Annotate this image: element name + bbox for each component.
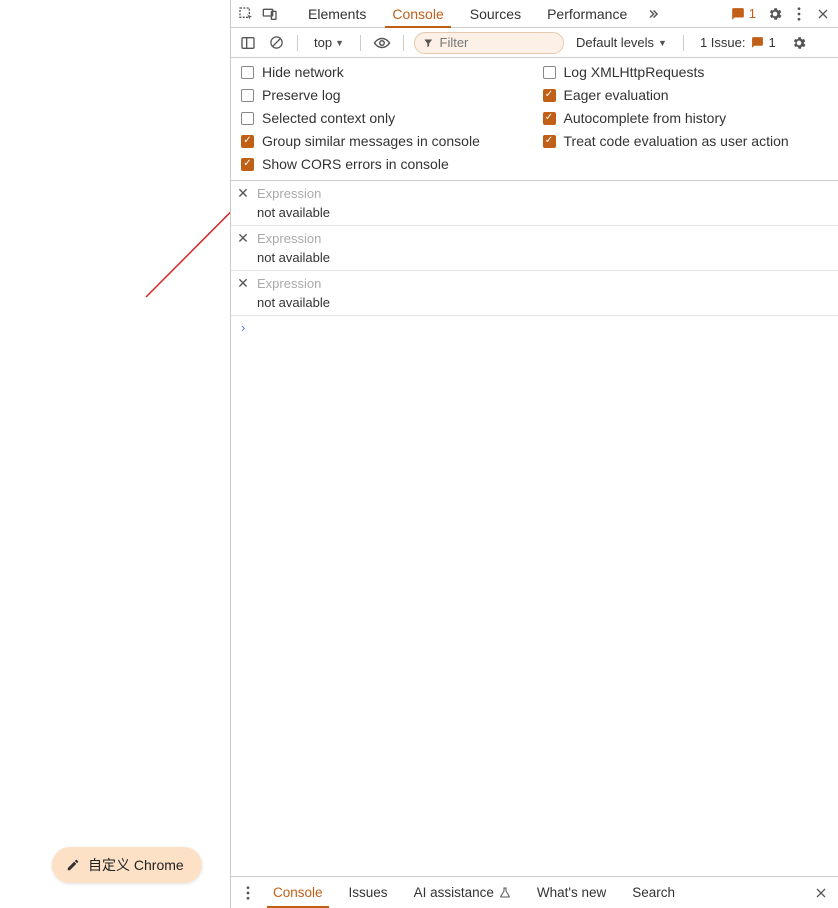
tab-console[interactable]: Console — [379, 0, 456, 27]
settings-gear-icon[interactable] — [764, 3, 786, 25]
drawer-close-icon[interactable] — [810, 882, 832, 904]
drawer-kebab-icon[interactable] — [237, 882, 259, 904]
drawer-tab-ai[interactable]: AI assistance — [402, 877, 523, 908]
expression-placeholder[interactable]: Expression — [257, 276, 838, 291]
console-toolbar: top ▼ Default levels ▼ 1 Issue: 1 — [231, 28, 838, 58]
customize-chrome-label: 自定义 Chrome — [88, 855, 184, 875]
close-icon[interactable]: ✕ — [236, 231, 250, 245]
message-icon — [751, 36, 764, 49]
live-expression-row: ✕ Expression not available — [231, 181, 838, 226]
log-levels-selector[interactable]: Default levels ▼ — [570, 35, 673, 50]
message-icon — [731, 7, 745, 21]
pencil-icon — [66, 858, 80, 872]
devtools-tabbar: Elements Console Sources Performance 1 — [231, 0, 838, 28]
filter-box[interactable] — [414, 32, 564, 54]
kebab-menu-icon[interactable] — [788, 3, 810, 25]
checkbox-eager-eval[interactable]: Eager evaluation — [543, 87, 829, 103]
checkbox-autocomplete[interactable]: Autocomplete from history — [543, 110, 829, 126]
expression-placeholder[interactable]: Expression — [257, 186, 838, 201]
issues-indicator[interactable]: 1 Issue: 1 — [694, 35, 782, 50]
flask-icon — [499, 886, 511, 899]
console-settings-gear-icon[interactable] — [788, 32, 810, 54]
live-expression-row: ✕ Expression not available — [231, 226, 838, 271]
inspect-element-icon[interactable] — [235, 3, 257, 25]
live-expression-row: ✕ Expression not available — [231, 271, 838, 316]
close-icon[interactable]: ✕ — [236, 186, 250, 200]
expression-value: not available — [257, 295, 838, 310]
device-toolbar-icon[interactable] — [259, 3, 281, 25]
console-settings-panel: Hide network Log XMLHttpRequests Preserv… — [231, 58, 838, 181]
checkbox-selected-context[interactable]: Selected context only — [241, 110, 527, 126]
console-prompt[interactable]: › — [231, 316, 838, 339]
expression-placeholder[interactable]: Expression — [257, 231, 838, 246]
expression-value: not available — [257, 205, 838, 220]
devtools-panel: Elements Console Sources Performance 1 — [230, 0, 838, 908]
tab-performance[interactable]: Performance — [534, 0, 640, 27]
drawer-tab-issues[interactable]: Issues — [337, 877, 400, 908]
sidebar-toggle-icon[interactable] — [237, 32, 259, 54]
prompt-caret-icon: › — [241, 320, 245, 335]
checkbox-treat-eval[interactable]: Treat code evaluation as user action — [543, 133, 829, 149]
expression-value: not available — [257, 250, 838, 265]
close-devtools-icon[interactable] — [812, 3, 834, 25]
live-expression-icon[interactable] — [371, 32, 393, 54]
checkbox-log-xhr[interactable]: Log XMLHttpRequests — [543, 64, 829, 80]
drawer-tab-search[interactable]: Search — [620, 877, 687, 908]
drawer: Console Issues AI assistance What's new … — [231, 876, 838, 908]
chevron-down-icon: ▼ — [658, 38, 667, 48]
customize-chrome-button[interactable]: 自定义 Chrome — [52, 847, 202, 883]
checkbox-hide-network[interactable]: Hide network — [241, 64, 527, 80]
filter-input[interactable] — [440, 35, 556, 50]
checkbox-show-cors[interactable]: Show CORS errors in console — [241, 156, 527, 172]
drawer-tab-console[interactable]: Console — [261, 877, 335, 908]
checkbox-group-similar[interactable]: Group similar messages in console — [241, 133, 527, 149]
close-icon[interactable]: ✕ — [236, 276, 250, 290]
live-expressions: ✕ Expression not available ✕ Expression … — [231, 181, 838, 316]
filter-icon — [423, 37, 434, 49]
more-tabs-icon[interactable] — [642, 3, 664, 25]
message-count-badge[interactable]: 1 — [725, 6, 762, 21]
chevron-down-icon: ▼ — [335, 38, 344, 48]
clear-console-icon[interactable] — [265, 32, 287, 54]
checkbox-preserve-log[interactable]: Preserve log — [241, 87, 527, 103]
drawer-tab-whatsnew[interactable]: What's new — [525, 877, 618, 908]
tab-sources[interactable]: Sources — [457, 0, 534, 27]
tab-elements[interactable]: Elements — [295, 0, 379, 27]
console-body — [231, 339, 838, 876]
context-selector[interactable]: top ▼ — [308, 33, 350, 52]
